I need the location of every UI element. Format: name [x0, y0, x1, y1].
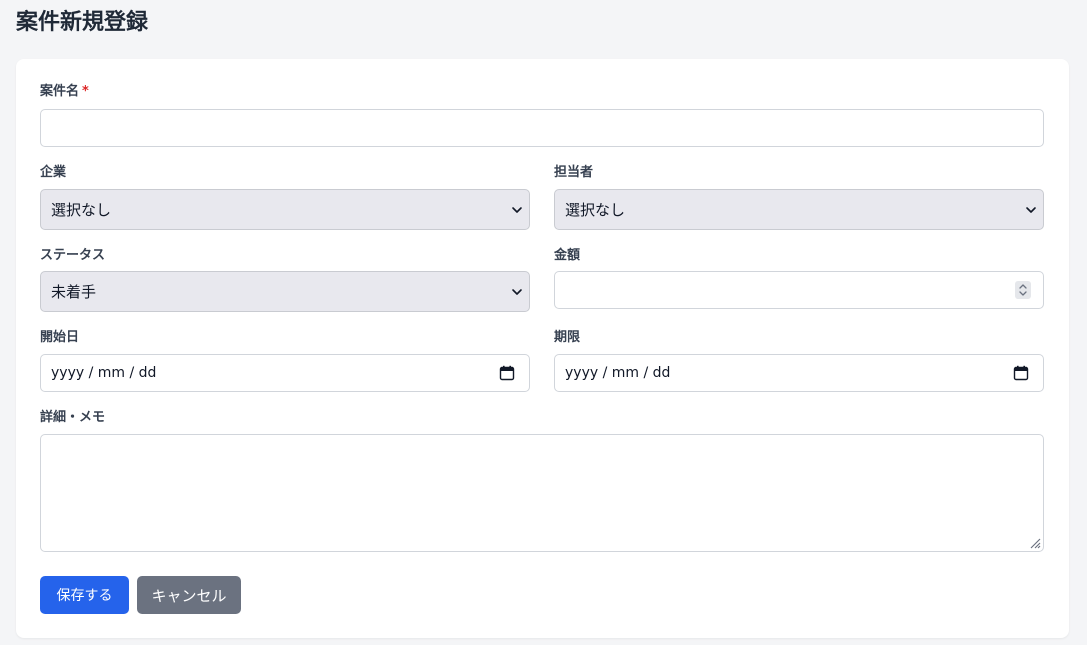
resize-grip-icon[interactable] [1027, 535, 1041, 549]
assignee-select-value: 選択なし [565, 201, 626, 219]
start-date-placeholder: yyyy / mm / dd [51, 365, 157, 381]
due-date-placeholder: yyyy / mm / dd [565, 365, 671, 381]
status-select[interactable]: 未着手 [40, 271, 530, 312]
required-mark: * [82, 84, 89, 99]
name-label: 案件名 * [40, 83, 89, 101]
chevron-down-icon [1026, 206, 1036, 213]
chevron-down-icon [512, 288, 522, 295]
due-date-label: 期限 [554, 330, 581, 345]
memo-label: 詳細・メモ [40, 410, 106, 425]
status-select-value: 未着手 [51, 283, 97, 301]
amount-label: 金額 [554, 248, 581, 263]
number-spinner-icon[interactable] [1015, 281, 1031, 299]
name-label-text: 案件名 [40, 84, 80, 99]
form-card: 案件名 * 企業 選択なし 担当者 選択なし ステータス 未着手 金額 開始日 y… [16, 59, 1069, 638]
calendar-icon[interactable] [499, 365, 515, 381]
chevron-down-icon [512, 206, 522, 213]
assignee-label: 担当者 [554, 165, 594, 180]
start-date-label: 開始日 [40, 330, 80, 345]
amount-input[interactable] [554, 271, 1044, 309]
company-label: 企業 [40, 165, 67, 180]
company-select-value: 選択なし [51, 201, 112, 219]
status-label: ステータス [40, 248, 106, 263]
company-select[interactable]: 選択なし [40, 189, 530, 230]
due-date-input[interactable]: yyyy / mm / dd [554, 354, 1044, 392]
memo-textarea[interactable] [40, 434, 1044, 552]
assignee-select[interactable]: 選択なし [554, 189, 1044, 230]
page-title: 案件新規登録 [16, 10, 149, 35]
name-input[interactable] [40, 109, 1044, 147]
calendar-icon[interactable] [1013, 365, 1029, 381]
cancel-button[interactable]: キャンセル [137, 576, 241, 614]
start-date-input[interactable]: yyyy / mm / dd [40, 354, 530, 392]
save-button[interactable]: 保存する [40, 576, 129, 614]
